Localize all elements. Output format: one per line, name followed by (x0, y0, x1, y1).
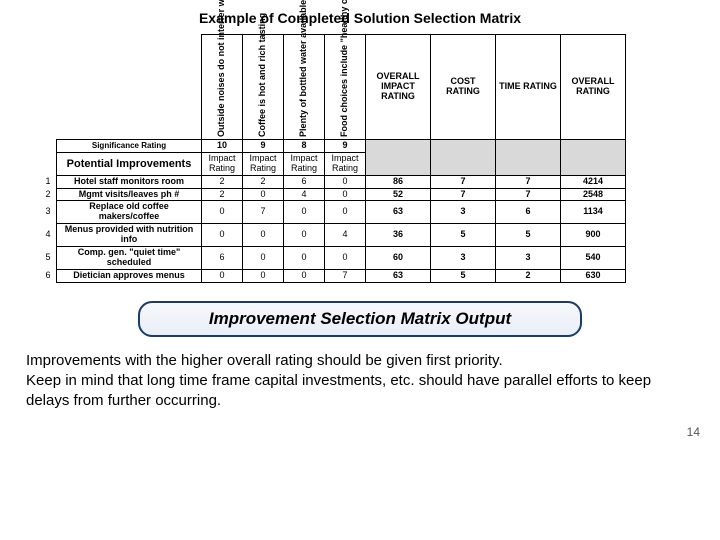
impact-label-1: Impact Rating (243, 152, 284, 175)
sig-val-3: 9 (325, 140, 366, 153)
page-number: 14 (20, 425, 700, 439)
table-row: 5 Comp. gen. "quiet time" scheduled 6000… (40, 247, 626, 270)
potential-label: Potential Improvements (57, 152, 202, 175)
impact-label-2: Impact Rating (284, 152, 325, 175)
impact-label-3: Impact Rating (325, 152, 366, 175)
sig-val-2: 8 (284, 140, 325, 153)
table-row: 6 Dietician approves menus 0007 6352630 (40, 269, 626, 282)
table-row: 4 Menus provided with nutrition info 000… (40, 224, 626, 247)
criteria-2: Plenty of bottled water available (299, 37, 309, 137)
matrix-container: Outside noises do not interfer with spea… (40, 34, 700, 283)
table-row: 2 Mgmt visits/leaves ph # 2040 52772548 (40, 188, 626, 201)
col-cost: COST RATING (431, 35, 496, 140)
sig-val-1: 9 (243, 140, 284, 153)
significance-label: Significance Rating (57, 140, 202, 153)
page-title: Example of Completed Solution Selection … (20, 10, 700, 26)
col-overall-impact: OVERALL IMPACT RATING (366, 35, 431, 140)
col-time: TIME RATING (496, 35, 561, 140)
col-overall: OVERALL RATING (561, 35, 626, 140)
body-text-2: Keep in mind that long time frame capita… (26, 371, 694, 412)
table-row: 3 Replace old coffee makers/coffee 0700 … (40, 201, 626, 224)
selection-matrix: Outside noises do not interfer with spea… (40, 34, 626, 283)
body-text-1: Improvements with the higher overall rat… (26, 351, 694, 371)
criteria-0: Outside noises do not interfer with spea… (217, 37, 227, 137)
criteria-1: Coffee is hot and rich tasting (258, 37, 268, 137)
output-banner: Improvement Selection Matrix Output (138, 301, 582, 337)
criteria-3: Food choices include "healthy choices" (340, 37, 350, 137)
sig-val-0: 10 (202, 140, 243, 153)
impact-label-0: Impact Rating (202, 152, 243, 175)
table-row: 1 Hotel staff monitors room 2260 8677421… (40, 175, 626, 188)
